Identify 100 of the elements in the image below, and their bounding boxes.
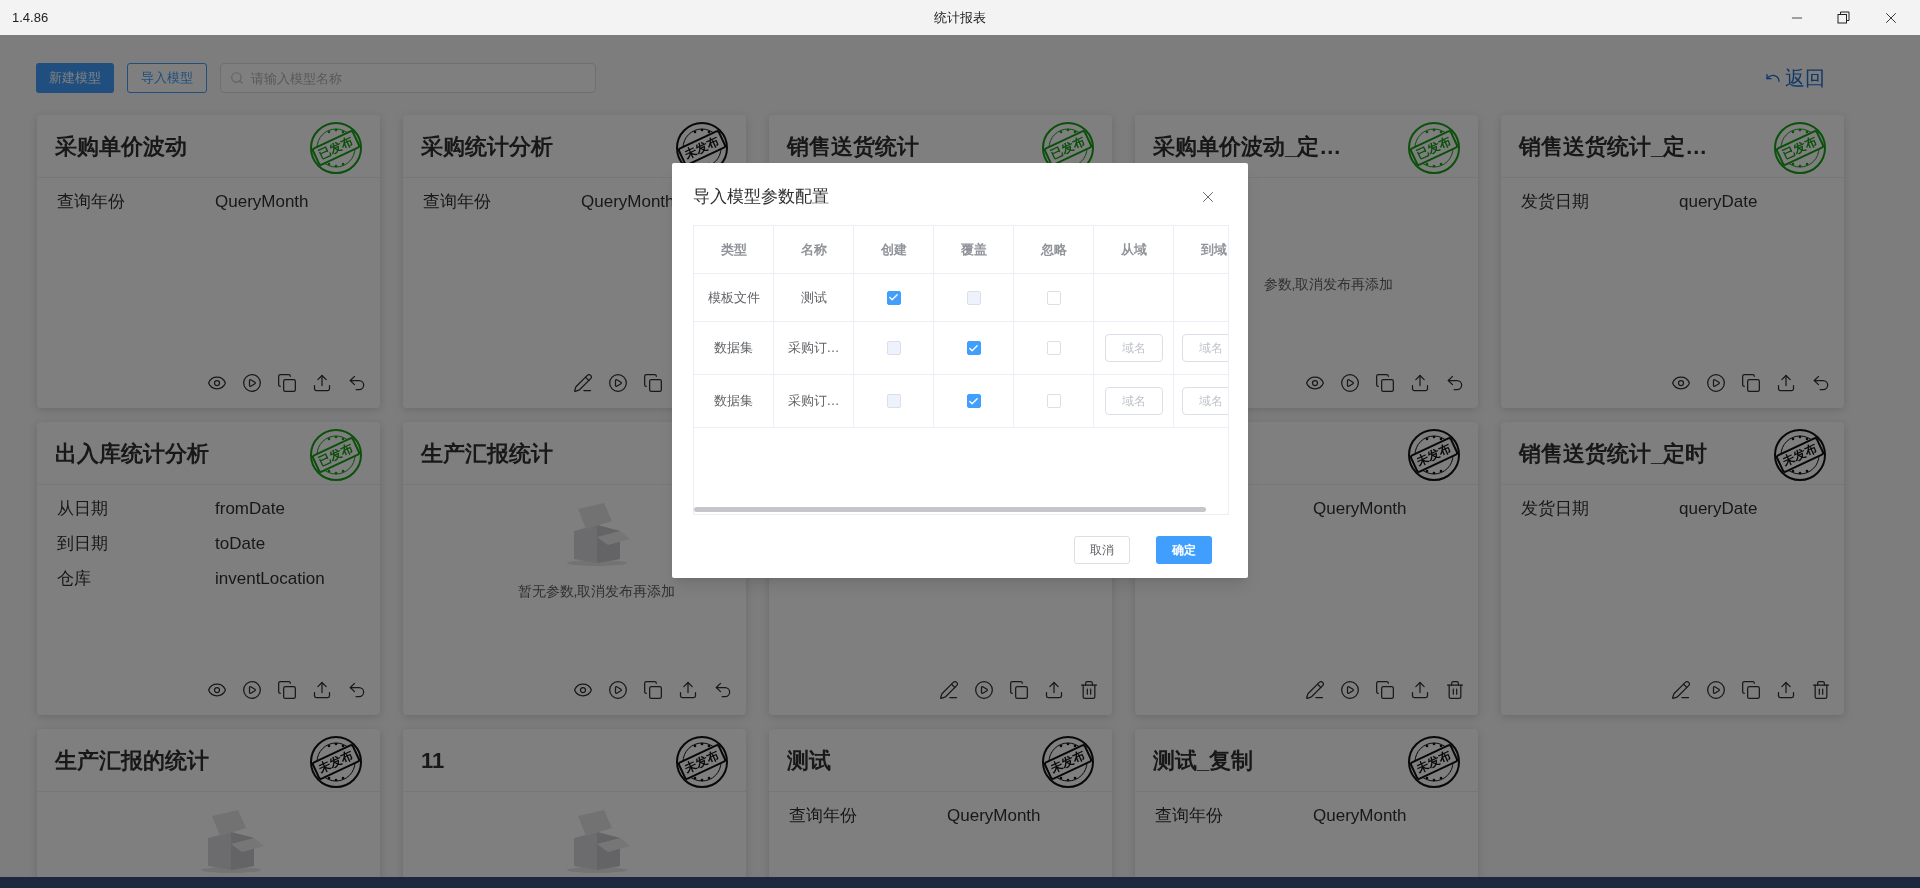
param-label: 查询年份 xyxy=(1155,805,1223,825)
copy-icon[interactable] xyxy=(1375,373,1395,393)
dialog-title: 导入模型参数配置 xyxy=(693,186,829,209)
domain-input[interactable]: 域名 xyxy=(1182,334,1228,362)
new-model-button[interactable]: 新建模型 xyxy=(36,63,114,93)
card-title: 测试 xyxy=(787,746,831,775)
status-stamp: 已发布 xyxy=(1774,122,1826,174)
column-header: 忽略 xyxy=(1040,240,1067,259)
pencil-icon[interactable] xyxy=(1671,680,1691,700)
app-version: 1.4.86 xyxy=(11,8,49,27)
play-icon[interactable] xyxy=(242,373,262,393)
status-stamp: 未发布 xyxy=(1774,429,1826,481)
table-cell-text: 数据集 xyxy=(714,339,753,358)
card-title: 测试_复制 xyxy=(1153,746,1254,775)
trash-icon[interactable] xyxy=(1079,680,1099,700)
upload-icon[interactable] xyxy=(312,373,332,393)
card-title: 生产汇报统计 xyxy=(421,439,553,468)
copy-icon[interactable] xyxy=(277,680,297,700)
copy-icon[interactable] xyxy=(643,373,663,393)
copy-icon[interactable] xyxy=(1375,680,1395,700)
column-header: 创建 xyxy=(880,240,907,259)
restore-icon[interactable] xyxy=(1837,11,1850,24)
checkbox[interactable] xyxy=(966,394,981,408)
param-label: 从日期 xyxy=(57,498,108,518)
param-value: QueryMonth xyxy=(215,190,309,213)
upload-icon[interactable] xyxy=(1410,680,1430,700)
copy-icon[interactable] xyxy=(1741,680,1761,700)
upload-icon[interactable] xyxy=(1410,373,1430,393)
play-icon[interactable] xyxy=(974,680,994,700)
pencil-icon[interactable] xyxy=(573,373,593,393)
play-icon[interactable] xyxy=(1340,373,1360,393)
undo-icon[interactable] xyxy=(713,680,733,700)
table-cell-text: 模板文件 xyxy=(707,288,760,307)
table-cell-text: 数据集 xyxy=(714,392,753,411)
play-icon[interactable] xyxy=(1706,680,1726,700)
undo-icon[interactable] xyxy=(1445,373,1465,393)
upload-icon[interactable] xyxy=(1776,680,1796,700)
copy-icon[interactable] xyxy=(1009,680,1029,700)
trash-icon[interactable] xyxy=(1445,680,1465,700)
card-title: 生产汇报的统计 xyxy=(55,746,209,775)
card-title: 采购统计分析 xyxy=(421,132,553,161)
param-label: 查询年份 xyxy=(423,191,491,211)
checkbox[interactable] xyxy=(966,341,981,355)
table-cell-text: 采购订… xyxy=(787,339,840,358)
confirm-button[interactable]: 确定 xyxy=(1156,536,1212,564)
param-value: QueryMonth xyxy=(1313,497,1407,520)
copy-icon[interactable] xyxy=(643,680,663,700)
column-header: 名称 xyxy=(800,240,827,259)
pencil-icon[interactable] xyxy=(1305,680,1325,700)
cancel-button[interactable]: 取消 xyxy=(1074,536,1130,564)
domain-input[interactable]: 域名 xyxy=(1104,387,1163,415)
table-cell-text: 测试 xyxy=(800,288,827,307)
upload-icon[interactable] xyxy=(678,680,698,700)
empty-message: 暂无参数,取消发布再添加 xyxy=(517,582,676,601)
card-title: 销售送货统计 xyxy=(787,132,919,161)
play-icon[interactable] xyxy=(1706,373,1726,393)
search-icon xyxy=(230,71,244,85)
param-label: 查询年份 xyxy=(57,191,125,211)
play-icon[interactable] xyxy=(608,680,628,700)
card-title: 11 xyxy=(421,746,445,775)
undo-icon[interactable] xyxy=(347,373,367,393)
copy-icon[interactable] xyxy=(277,373,297,393)
column-header: 从域 xyxy=(1120,240,1147,259)
param-value: toDate xyxy=(215,532,266,555)
card-title: 出入库统计分析 xyxy=(55,439,209,468)
domain-input[interactable]: 域名 xyxy=(1104,334,1163,362)
trash-icon[interactable] xyxy=(1811,680,1831,700)
card-title: 销售送货统计_定时 xyxy=(1519,439,1708,468)
upload-icon[interactable] xyxy=(312,680,332,700)
undo-icon[interactable] xyxy=(1811,373,1831,393)
table-cell-text: 采购订… xyxy=(787,392,840,411)
param-label: 到日期 xyxy=(57,533,108,553)
param-label: 仓库 xyxy=(57,568,91,588)
column-header: 类型 xyxy=(720,240,747,259)
copy-icon[interactable] xyxy=(1741,373,1761,393)
scrollbar[interactable] xyxy=(694,507,1206,512)
pencil-icon[interactable] xyxy=(939,680,959,700)
status-stamp: 已发布 xyxy=(310,429,362,481)
domain-input[interactable]: 域名 xyxy=(1182,387,1228,415)
param-value: queryDate xyxy=(1679,190,1758,213)
undo-icon[interactable] xyxy=(347,680,367,700)
card-title: 采购单价波动_定… xyxy=(1153,132,1342,161)
back-link[interactable]: 返回 xyxy=(1785,63,1825,93)
play-icon[interactable] xyxy=(608,373,628,393)
column-header: 到域 xyxy=(1200,240,1227,259)
card-title: 销售送货统计_定… xyxy=(1519,132,1708,161)
param-value: QueryMonth xyxy=(1313,804,1407,827)
status-stamp: 未发布 xyxy=(1408,736,1460,788)
status-stamp: 已发布 xyxy=(1408,122,1460,174)
status-stamp: 已发布 xyxy=(310,122,362,174)
param-value: queryDate xyxy=(1679,497,1758,520)
empty-message: 参数,取消发布再添加 xyxy=(1263,275,1394,294)
upload-icon[interactable] xyxy=(1044,680,1064,700)
upload-icon[interactable] xyxy=(1776,373,1796,393)
play-icon[interactable] xyxy=(242,680,262,700)
param-value: QueryMonth xyxy=(581,190,675,213)
play-icon[interactable] xyxy=(1340,680,1360,700)
card-title: 采购单价波动 xyxy=(55,132,187,161)
checkbox[interactable] xyxy=(886,290,901,305)
import-model-button[interactable]: 导入模型 xyxy=(127,63,207,93)
